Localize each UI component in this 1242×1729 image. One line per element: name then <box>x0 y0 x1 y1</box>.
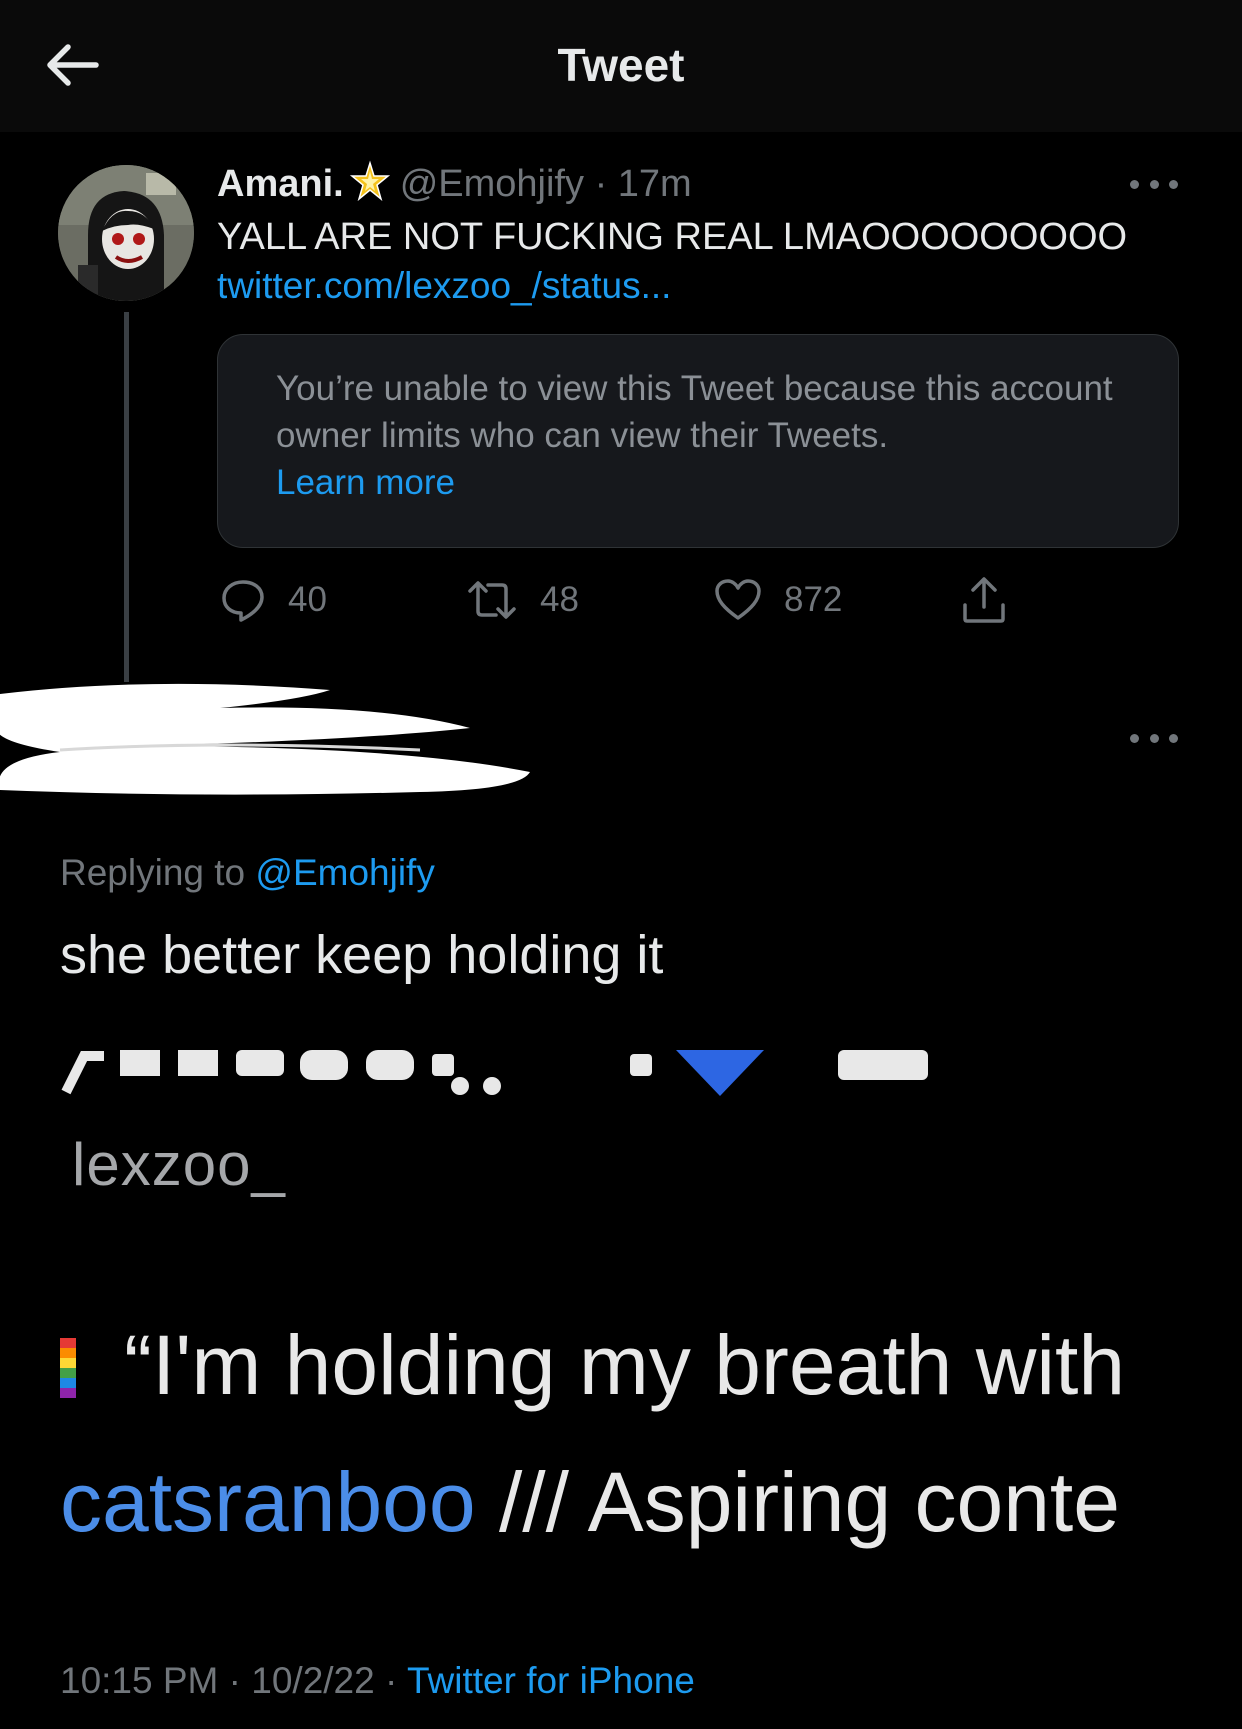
tweet-source-link[interactable]: Twitter for iPhone <box>407 1660 695 1701</box>
retweet-icon <box>468 581 516 619</box>
tweet-author-row: Amani. @Emohjify · 17m <box>217 160 692 207</box>
retweet-button[interactable]: 48 <box>466 576 579 624</box>
separator-dot: · <box>228 1660 241 1701</box>
tweet-link[interactable]: twitter.com/lexzoo_/status... <box>217 262 671 310</box>
tweet-text: YALL ARE NOT FUCKING REAL LMAOOOOOOOOO <box>217 216 1128 258</box>
top-navigation-bar: Tweet <box>0 0 1242 132</box>
display-name[interactable]: Amani. <box>217 163 344 205</box>
thread-connector-line <box>124 312 129 682</box>
tweet-timestamp: 10:15 PM · 10/2/22 · Twitter for iPhone <box>60 1658 695 1704</box>
like-button[interactable]: 872 <box>714 576 842 624</box>
pride-flag-icon <box>60 1338 76 1398</box>
replying-to-handle[interactable]: @Emohjify <box>255 852 434 893</box>
attached-screenshot-image[interactable]: lexzoo_ “I'm holding my breath with cats… <box>60 1050 1184 1590</box>
share-icon <box>963 577 1005 623</box>
replying-to-line: Replying to @Emohjify <box>60 850 435 896</box>
reply-icon <box>222 580 264 622</box>
tweet-date: 10/2/22 <box>251 1660 375 1701</box>
avatar[interactable] <box>58 165 194 301</box>
user-handle[interactable]: @Emohjify <box>400 163 584 205</box>
separator-dot: · <box>594 163 608 205</box>
tweet-age: 17m <box>617 163 692 205</box>
sparkle-star-icon <box>349 160 390 202</box>
screenshot-bio-mention: catsranboo <box>60 1455 476 1549</box>
reply-text: she better keep holding it <box>60 925 664 985</box>
unavailable-notice: You’re unable to view this Tweet because… <box>276 369 1113 455</box>
reply-count: 40 <box>288 580 327 619</box>
like-count: 872 <box>784 580 843 619</box>
more-options-icon[interactable] <box>1130 176 1178 192</box>
share-button[interactable] <box>960 576 1030 624</box>
learn-more-link[interactable]: Learn more <box>276 459 455 506</box>
reply-more-options-icon[interactable] <box>1130 730 1178 746</box>
redacted-author-scribble <box>0 683 530 795</box>
separator-dot: · <box>385 1660 398 1701</box>
screenshot-bio-line: catsranboo /// Aspiring conte <box>60 1452 1120 1552</box>
reply-button[interactable]: 40 <box>220 576 327 624</box>
screenshot-quote-text: “I'm holding my breath with <box>124 1318 1126 1412</box>
replying-to-label: Replying to <box>60 852 246 893</box>
cropped-name-banner <box>61 1050 928 1096</box>
screenshot-handle: lexzoo_ <box>72 1131 286 1198</box>
avatar-image <box>58 165 194 301</box>
page-title: Tweet <box>557 39 685 91</box>
retweet-count: 48 <box>540 580 579 619</box>
unavailable-tweet-card: You’re unable to view this Tweet because… <box>217 334 1179 548</box>
screenshot-bio-text: /// Aspiring conte <box>475 1455 1120 1549</box>
tweet-time: 10:15 PM <box>60 1660 219 1701</box>
heart-icon <box>715 579 761 620</box>
